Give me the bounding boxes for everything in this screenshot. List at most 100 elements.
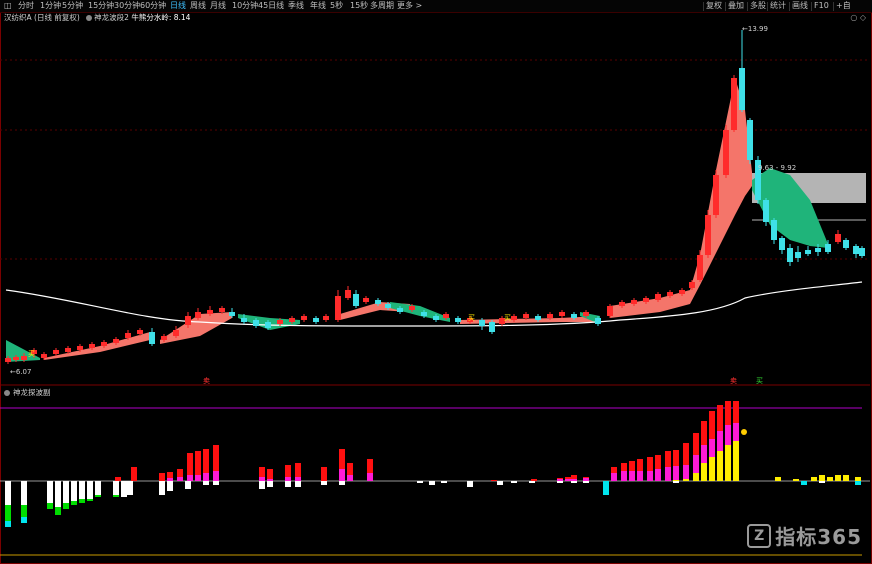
hist-bar-magenta — [571, 479, 577, 481]
hist-bar-white — [159, 481, 165, 495]
hist-bar-red — [295, 463, 301, 477]
candle — [421, 312, 427, 316]
candle — [207, 310, 213, 314]
hist-bar-white — [5, 481, 11, 505]
candle — [815, 248, 821, 252]
hist-bar-red — [571, 475, 577, 479]
hist-bar-white — [121, 481, 127, 497]
hist-bar-yellow — [819, 475, 825, 481]
low-price-value: 6.07 — [15, 368, 32, 376]
hist-bar-red — [367, 459, 373, 473]
candle — [697, 255, 703, 280]
hist-bar-yellow — [793, 479, 799, 481]
candle — [667, 292, 673, 296]
hist-bar-red — [491, 480, 497, 481]
hist-bar-magenta — [267, 479, 273, 481]
hist-bar-red — [321, 467, 327, 481]
sell-marker: 卖 — [730, 377, 737, 385]
hist-bar-red — [167, 472, 173, 478]
candle — [397, 308, 403, 312]
candle — [41, 354, 47, 358]
hist-bar-green — [63, 503, 69, 509]
candle — [65, 348, 71, 352]
hist-bar-magenta — [701, 445, 707, 463]
candle — [229, 312, 235, 316]
hist-bar-yellow — [827, 477, 833, 481]
candle — [173, 330, 179, 336]
candle — [149, 332, 155, 344]
hist-bar-white — [417, 481, 423, 483]
hist-bar-red — [531, 479, 537, 481]
hist-bar-white — [71, 481, 77, 501]
hist-bar-red — [621, 463, 627, 471]
hist-bar-magenta — [295, 477, 301, 481]
candle — [747, 120, 753, 160]
hist-bar-red — [647, 457, 653, 471]
candle — [723, 130, 729, 175]
candle — [859, 248, 865, 256]
hist-bar-red — [177, 469, 183, 477]
candle — [409, 306, 415, 310]
hist-bar-magenta — [557, 479, 563, 481]
candle — [113, 339, 119, 343]
hist-bar-yellow — [683, 479, 689, 481]
hist-bar-red — [583, 477, 589, 478]
candle — [595, 318, 601, 324]
candle — [679, 290, 685, 294]
hist-bar-cyan — [5, 521, 11, 527]
candle — [455, 318, 461, 322]
hist-bar-magenta — [339, 469, 345, 481]
candle — [53, 350, 59, 354]
hist-bar-red — [683, 443, 689, 465]
hist-bar-red — [565, 477, 571, 479]
candle — [13, 357, 19, 360]
hist-bar-white — [47, 481, 53, 503]
hist-bar-white — [529, 481, 535, 483]
hist-bar-yellow — [725, 445, 731, 481]
candle — [89, 344, 95, 348]
candle — [323, 316, 329, 320]
hist-bar-white — [557, 481, 563, 483]
hist-bar-white — [259, 481, 265, 489]
hist-bar-green — [87, 499, 93, 501]
hist-bar-yellow — [775, 477, 781, 481]
candle — [137, 330, 143, 334]
hist-bar-red — [115, 477, 121, 481]
candle — [77, 346, 83, 350]
hist-bar-red — [131, 467, 137, 481]
sell-marker: 卖 — [203, 377, 210, 385]
candle — [479, 320, 485, 326]
hist-bar-red — [213, 445, 219, 471]
range-box-label: 9.63 - 9.92 — [758, 164, 797, 172]
candle — [125, 333, 131, 338]
candle — [511, 316, 517, 320]
hist-bar-white — [63, 481, 69, 503]
hist-bar-red — [717, 405, 723, 431]
candle — [771, 220, 777, 240]
hist-bar-magenta — [195, 475, 201, 481]
candle — [843, 240, 849, 248]
high-price-label: ←13.99 — [742, 25, 768, 33]
hist-bar-magenta — [187, 475, 193, 481]
candle — [443, 314, 449, 318]
hist-bar-green — [55, 507, 61, 515]
candle — [101, 342, 107, 346]
candle — [825, 244, 831, 252]
hist-bar-magenta — [611, 473, 617, 481]
low-price-label: ←6.07 — [10, 368, 31, 376]
bull-band-surge — [610, 78, 752, 318]
hist-bar-white — [673, 481, 679, 483]
hist-bar-red — [285, 465, 291, 477]
hist-bar-magenta — [203, 473, 209, 481]
hist-bar-white — [79, 481, 85, 499]
candle — [345, 290, 351, 298]
hist-bar-red — [267, 469, 273, 479]
candle — [21, 356, 27, 360]
hist-bar-red — [629, 461, 635, 471]
hist-bar-yellow — [717, 451, 723, 481]
hist-bar-magenta — [259, 477, 265, 481]
kline-chart[interactable]: 买买 买卖卖买 — [0, 0, 872, 564]
hist-bar-white — [185, 481, 191, 489]
hist-bar-white — [203, 481, 209, 485]
hist-bar-red — [637, 459, 643, 471]
